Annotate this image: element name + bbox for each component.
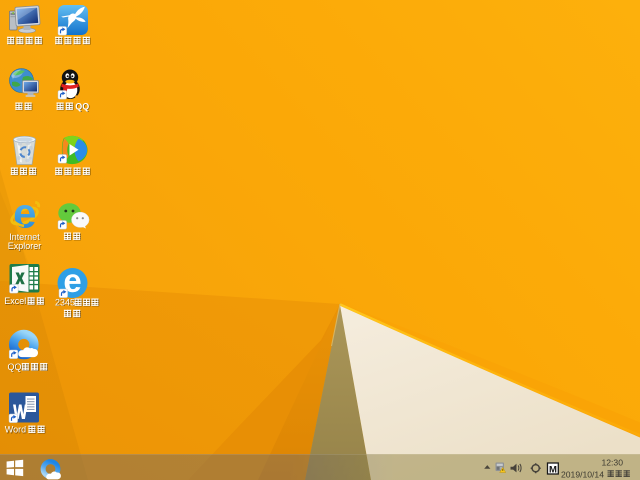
svg-text:QQ: QQ: [8, 362, 22, 372]
svg-text:Explorer: Explorer: [8, 241, 42, 251]
svg-text:e: e: [13, 190, 36, 237]
svg-text:Excel: Excel: [4, 296, 26, 306]
svg-text:Word: Word: [5, 425, 26, 435]
svg-text:QQ: QQ: [75, 101, 89, 111]
svg-text:2019/10/14: 2019/10/14: [561, 469, 604, 479]
svg-text:12:30: 12:30: [601, 457, 623, 467]
svg-text:2345: 2345: [55, 297, 75, 307]
svg-text:M: M: [549, 464, 557, 475]
